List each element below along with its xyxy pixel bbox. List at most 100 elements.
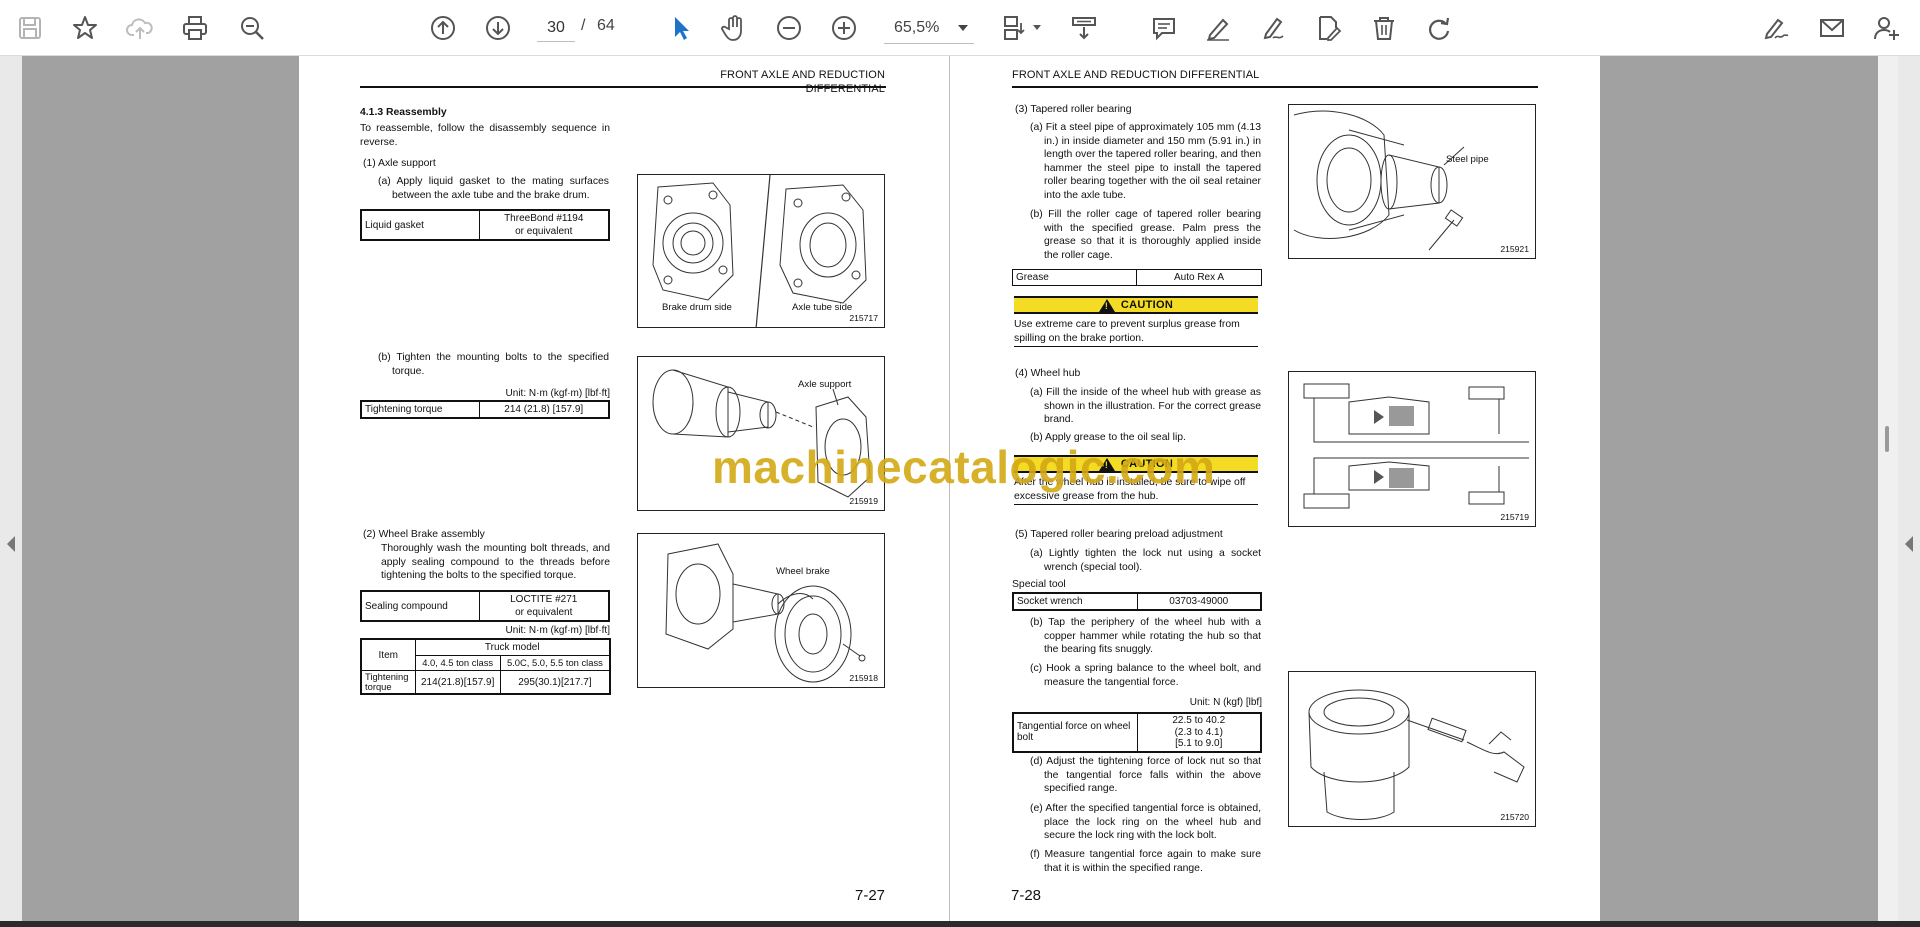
step-preload-adjustment: (5) Tapered roller bearing preload adjus… — [1015, 529, 1223, 540]
comment-icon[interactable] — [1146, 10, 1182, 46]
figure-number: 215919 — [849, 495, 878, 506]
figure-steel-pipe: Steel pipe 215921 — [1288, 104, 1536, 259]
figure-number: 215720 — [1500, 811, 1529, 822]
figure-label: Axle support — [798, 379, 852, 390]
step-1b: (b) Tighten the mounting bolts to the sp… — [378, 352, 609, 377]
intro-text: To reassemble, follow the disassembly se… — [360, 123, 610, 148]
table-cell: LOCTITE #271 or equivalent — [478, 590, 610, 622]
table-cell: 214 (21.8) [157.9] — [478, 400, 610, 419]
socket-wrench-table: Socket wrench 03703-49000 — [1012, 592, 1262, 611]
warning-icon — [1098, 298, 1115, 312]
zoom-in-icon[interactable] — [826, 10, 862, 46]
cloud-upload-icon[interactable] — [122, 10, 158, 46]
table-cell: Sealing compound — [360, 590, 480, 622]
diagram-wheel-brake — [665, 543, 866, 683]
section-title: 4.1.3 Reassembly — [360, 107, 447, 118]
zoom-out-icon[interactable] — [771, 10, 807, 46]
diagram-wheel-hub-grease — [1303, 383, 1529, 509]
tightening-torque-table: Tightening torque 214 (21.8) [157.9] — [360, 400, 610, 419]
page-layout-icon[interactable] — [996, 10, 1032, 46]
zoom-search-icon[interactable] — [234, 10, 270, 46]
sign-icon[interactable] — [1758, 10, 1794, 46]
page-down-icon[interactable] — [480, 10, 516, 46]
diagram-steel-pipe — [1293, 110, 1465, 251]
caution-rule — [1014, 346, 1258, 347]
page-up-icon[interactable] — [425, 10, 461, 46]
figure-number: 215921 — [1500, 243, 1529, 254]
diagram-spring-balance — [1308, 689, 1525, 820]
table-cell: Grease — [1012, 269, 1137, 286]
figure-spring-balance: 215720 — [1288, 671, 1536, 827]
step-5d: (d) Adjust the tightening force of lock … — [1030, 756, 1261, 795]
left-panel-toggle[interactable] — [0, 56, 22, 921]
edit-document-icon[interactable] — [1310, 10, 1346, 46]
figure-number: 215717 — [849, 312, 878, 323]
step-axle-support: (1) Axle support — [363, 158, 436, 169]
liquid-gasket-table: Liquid gasket ThreeBond #1194 or equival… — [360, 209, 610, 241]
step-5c: (c) Hook a spring balance to the wheel b… — [1030, 663, 1261, 688]
table-header: 4.0, 4.5 ton class — [414, 654, 501, 672]
table-row-label: Tightening torque — [360, 670, 416, 695]
print-icon[interactable] — [177, 10, 213, 46]
page-header: FRONT AXLE AND REDUCTION DIFFERENTIAL — [720, 69, 885, 96]
bottom-bar — [0, 921, 1920, 927]
table-cell-line: (2.3 to 4.1) — [1174, 726, 1223, 738]
caution-rule — [1014, 504, 1258, 505]
draw-pen-icon[interactable] — [1255, 10, 1291, 46]
header-rule — [360, 86, 886, 88]
caution-text: Use extreme care to prevent surplus grea… — [1014, 319, 1240, 344]
page-separator: / — [581, 17, 586, 34]
sealing-compound-table: Sealing compound LOCTITE #271 or equival… — [360, 590, 610, 622]
highlight-pen-icon[interactable] — [1200, 10, 1236, 46]
zoom-value: 65,5% — [894, 18, 940, 36]
chevron-left-icon — [7, 536, 15, 552]
vertical-scrollbar[interactable] — [1878, 56, 1898, 921]
hand-icon[interactable] — [716, 10, 752, 46]
figure-number: 215719 — [1500, 511, 1529, 522]
chevron-down-icon — [958, 25, 968, 31]
grease-table: Grease Auto Rex A — [1012, 269, 1262, 286]
figure-caption: Brake drum side — [662, 302, 732, 313]
page-header: FRONT AXLE AND REDUCTION DIFFERENTIAL — [1012, 69, 1260, 81]
zoom-select[interactable]: 65,5% — [884, 12, 974, 44]
step-3a: (a) Fit a steel pipe of approximately 10… — [1030, 122, 1261, 201]
header-rule — [1012, 86, 1538, 88]
chevron-left-icon — [1905, 536, 1913, 552]
table-cell: Tightening torque — [360, 400, 480, 419]
table-cell: 22.5 to 40.2 (2.3 to 4.1) [5.1 to 9.0] — [1136, 712, 1262, 752]
table-cell: Liquid gasket — [360, 209, 480, 241]
table-cell-line: 22.5 to 40.2 — [1172, 715, 1226, 726]
table-header: Item — [360, 638, 416, 672]
scrollbar-thumb[interactable] — [1885, 426, 1889, 452]
step-3b: (b) Fill the roller cage of tapered roll… — [1030, 209, 1261, 261]
table-cell-line: ThreeBond #1194 — [504, 213, 584, 224]
bookmark-star-icon[interactable] — [67, 10, 103, 46]
table-cell: Tangential force on wheel bolt — [1012, 712, 1138, 752]
page-total: 64 — [597, 17, 615, 34]
figure-caption: Axle tube side — [792, 302, 853, 313]
delete-icon[interactable] — [1366, 10, 1402, 46]
step-5b: (b) Tap the periphery of the wheel hub w… — [1030, 617, 1261, 656]
figure-wheel-hub-grease: 215719 — [1288, 371, 1536, 527]
right-panel-toggle[interactable] — [1898, 56, 1920, 921]
table-header: 5.0C, 5.0, 5.5 ton class — [499, 654, 611, 672]
step-4a: (a) Fill the inside of the wheel hub wit… — [1030, 387, 1261, 426]
table-cell: Socket wrench — [1012, 592, 1138, 611]
figure-label: Steel pipe — [1446, 154, 1489, 165]
redo-icon[interactable] — [1421, 10, 1457, 46]
select-arrow-icon[interactable] — [663, 10, 699, 46]
step-2-text: Thoroughly wash the mounting bolt thread… — [381, 543, 610, 582]
email-icon[interactable] — [1814, 10, 1850, 46]
tangential-force-table: Tangential force on wheel bolt 22.5 to 4… — [1012, 712, 1262, 753]
layout-chevron-down-icon[interactable] — [1033, 25, 1041, 30]
scroll-mode-icon[interactable] — [1066, 10, 1102, 46]
figure-number: 215918 — [849, 672, 878, 683]
save-icon[interactable] — [12, 10, 48, 46]
table-cell-line: or equivalent — [515, 226, 573, 237]
add-user-icon[interactable] — [1869, 10, 1905, 46]
step-5f: (f) Measure tangential force again to ma… — [1030, 849, 1261, 874]
step-tapered-roller-bearing: (3) Tapered roller bearing — [1015, 104, 1132, 115]
page-number-input[interactable] — [537, 14, 575, 42]
step-5e: (e) After the specified tangential force… — [1030, 803, 1261, 842]
table-cell: 295(30.1)[217.7] — [499, 670, 611, 695]
